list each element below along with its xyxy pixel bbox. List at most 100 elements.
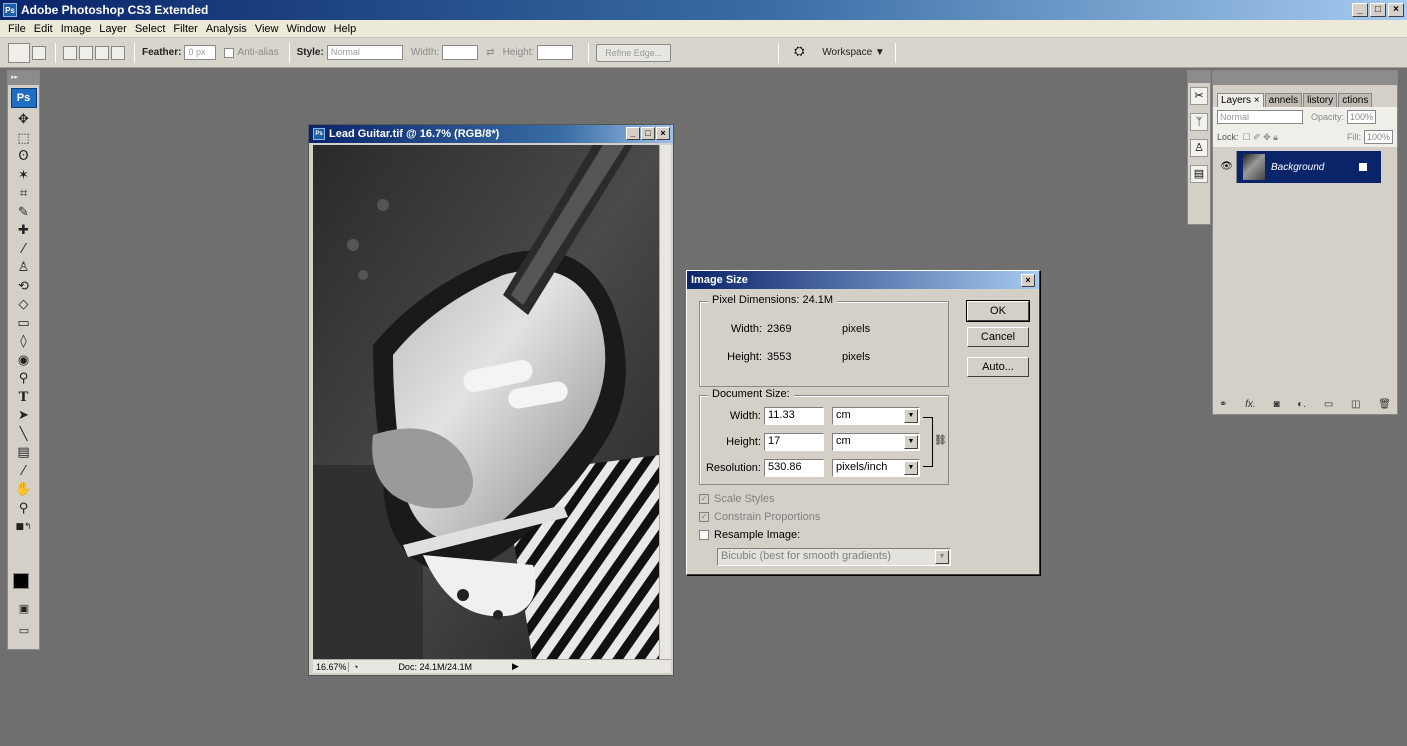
chevron-down-icon[interactable]: ▼ <box>904 435 918 449</box>
marquee-tool-icon[interactable]: ⬚ <box>11 131 37 148</box>
link-layers-icon[interactable]: ⚭ <box>1219 399 1227 410</box>
pen-tool-icon[interactable]: ⚲ <box>11 371 37 388</box>
menu-layer[interactable]: Layer <box>95 23 131 35</box>
add-selection-icon[interactable] <box>79 45 93 60</box>
menu-file[interactable]: File <box>4 23 30 35</box>
quick-mask-icon[interactable]: ▣ <box>11 601 37 618</box>
lock-options-icon[interactable]: ☐ ✐ ✥ 🔒︎ <box>1243 132 1278 143</box>
resample-method-select[interactable]: Bicubic (best for smooth gradients) ▼ <box>717 548 951 566</box>
brush-tool-icon[interactable]: ⁄ <box>11 242 37 259</box>
slice-tool-icon[interactable]: ✎ <box>11 205 37 222</box>
swap-icon[interactable]: ⇄ <box>486 47 494 58</box>
magic-wand-tool-icon[interactable]: ✶ <box>11 168 37 185</box>
new-group-icon[interactable]: ▭ <box>1324 399 1333 410</box>
doc-height-input[interactable]: 17 <box>764 433 824 451</box>
adjustment-layer-icon[interactable]: ◐. <box>1297 399 1306 410</box>
width-input[interactable] <box>442 45 479 60</box>
clone-stamp-tool-icon[interactable]: ♙ <box>11 260 37 277</box>
doc-height-unit-select[interactable]: cm ▼ <box>832 433 920 451</box>
crop-tool-icon[interactable]: ⌗ <box>11 186 37 203</box>
chevron-down-icon[interactable]: ▼ <box>904 461 918 475</box>
type-tool-icon[interactable]: T <box>11 390 37 407</box>
menu-view[interactable]: View <box>251 23 283 35</box>
foreground-color-swatch[interactable] <box>13 573 29 589</box>
palette-grip[interactable]: ▸▸ <box>8 71 39 85</box>
clone-source-icon[interactable]: ♙ <box>1190 139 1208 157</box>
constrain-proportions-checkbox[interactable]: ✓ <box>699 512 709 522</box>
minimize-button[interactable]: _ <box>1352 3 1368 17</box>
lasso-tool-icon[interactable]: ʘ <box>11 149 37 166</box>
swap-colors-icon[interactable]: ■↰ <box>11 519 37 536</box>
vertical-scrollbar[interactable] <box>659 145 671 661</box>
cancel-button[interactable]: Cancel <box>967 327 1029 347</box>
layer-style-icon[interactable]: fx. <box>1245 399 1256 410</box>
chevron-down-icon[interactable]: ▼ <box>935 550 949 564</box>
scale-styles-checkbox[interactable]: ✓ <box>699 494 709 504</box>
chevron-down-icon[interactable]: ▼ <box>904 409 918 423</box>
doc-width-input[interactable]: 11.33 <box>764 407 824 425</box>
opacity-input[interactable]: 100% <box>1347 110 1377 124</box>
new-selection-icon[interactable] <box>63 45 77 60</box>
menu-filter[interactable]: Filter <box>169 23 201 35</box>
blur-tool-icon[interactable]: ◊ <box>11 334 37 351</box>
close-button[interactable]: × <box>1388 3 1404 17</box>
path-selection-tool-icon[interactable]: ➤ <box>11 408 37 425</box>
gradient-tool-icon[interactable]: ▭ <box>11 316 37 333</box>
hand-tool-icon[interactable]: ✋ <box>11 482 37 499</box>
menu-window[interactable]: Window <box>282 23 329 35</box>
tab-history[interactable]: listory <box>1303 93 1338 107</box>
menu-select[interactable]: Select <box>131 23 170 35</box>
resolution-unit-select[interactable]: pixels/inch ▼ <box>832 459 920 477</box>
panel-grip[interactable] <box>1213 71 1397 85</box>
healing-brush-tool-icon[interactable]: ✚ <box>11 223 37 240</box>
resample-image-checkbox[interactable] <box>699 530 709 540</box>
subtract-selection-icon[interactable] <box>95 45 109 60</box>
dialog-close-button[interactable]: × <box>1021 274 1035 287</box>
image-canvas[interactable] <box>313 145 659 661</box>
dialog-title-bar[interactable]: Image Size <box>687 271 1039 289</box>
document-title-bar[interactable]: Ps Lead Guitar.tif @ 16.7% (RGB/8*) _ □ … <box>309 125 673 143</box>
auto-button[interactable]: Auto... <box>967 357 1029 377</box>
history-brush-tool-icon[interactable]: ⟲ <box>11 279 37 296</box>
layer-mask-icon[interactable]: ◙ <box>1273 399 1279 410</box>
brushes-icon[interactable]: ᛘ <box>1190 113 1208 131</box>
visibility-eye-icon[interactable]: 👁︎ <box>1217 151 1237 183</box>
fill-input[interactable]: 100% <box>1363 130 1393 144</box>
refine-edge-button[interactable]: Refine Edge... <box>596 43 672 62</box>
bridge-icon[interactable]: ⛭ <box>786 43 812 63</box>
style-select[interactable]: Normal <box>326 45 403 60</box>
screen-mode-icon[interactable]: ▭ <box>11 623 37 640</box>
dock-grip[interactable] <box>1188 71 1210 83</box>
menu-edit[interactable]: Edit <box>30 23 57 35</box>
workspace-menu[interactable]: Workspace ▼ <box>822 47 885 58</box>
photoshop-logo[interactable]: Ps <box>10 88 37 108</box>
antialias-checkbox[interactable] <box>224 47 235 58</box>
delete-layer-icon[interactable]: 🗑︎ <box>1378 399 1391 410</box>
new-layer-icon[interactable]: ◫ <box>1351 399 1360 410</box>
tool-presets-icon[interactable]: ✂ <box>1190 87 1208 105</box>
dodge-tool-icon[interactable]: ◉ <box>11 353 37 370</box>
zoom-level[interactable]: 16.67% <box>313 661 349 672</box>
doc-maximize-button[interactable]: □ <box>641 127 655 140</box>
zoom-tool-icon[interactable]: ⚲ <box>11 501 37 518</box>
doc-close-button[interactable]: × <box>656 127 670 140</box>
eraser-tool-icon[interactable]: ◇ <box>11 297 37 314</box>
status-menu-icon[interactable]: ◔ <box>353 662 358 672</box>
eyedropper-tool-icon[interactable]: ⁄ <box>11 464 37 481</box>
menu-help[interactable]: Help <box>330 23 361 35</box>
notes-icon[interactable]: ▤ <box>1190 165 1208 183</box>
tab-layers[interactable]: Layers × <box>1217 93 1264 107</box>
layer-row[interactable]: 👁︎ Background <box>1217 151 1381 183</box>
height-input[interactable] <box>537 45 574 60</box>
tool-preset-picker-icon[interactable] <box>8 42 30 63</box>
doc-minimize-button[interactable]: _ <box>626 127 640 140</box>
tab-channels[interactable]: annels <box>1264 93 1303 107</box>
maximize-button[interactable]: □ <box>1370 3 1386 17</box>
notes-tool-icon[interactable]: ▤ <box>11 445 37 462</box>
doc-width-unit-select[interactable]: cm ▼ <box>832 407 920 425</box>
intersect-selection-icon[interactable] <box>111 45 125 60</box>
status-arrow-icon[interactable]: ▶ <box>512 661 519 672</box>
menu-analysis[interactable]: Analysis <box>202 23 251 35</box>
menu-image[interactable]: Image <box>57 23 96 35</box>
tab-actions[interactable]: ctions <box>1338 93 1373 107</box>
